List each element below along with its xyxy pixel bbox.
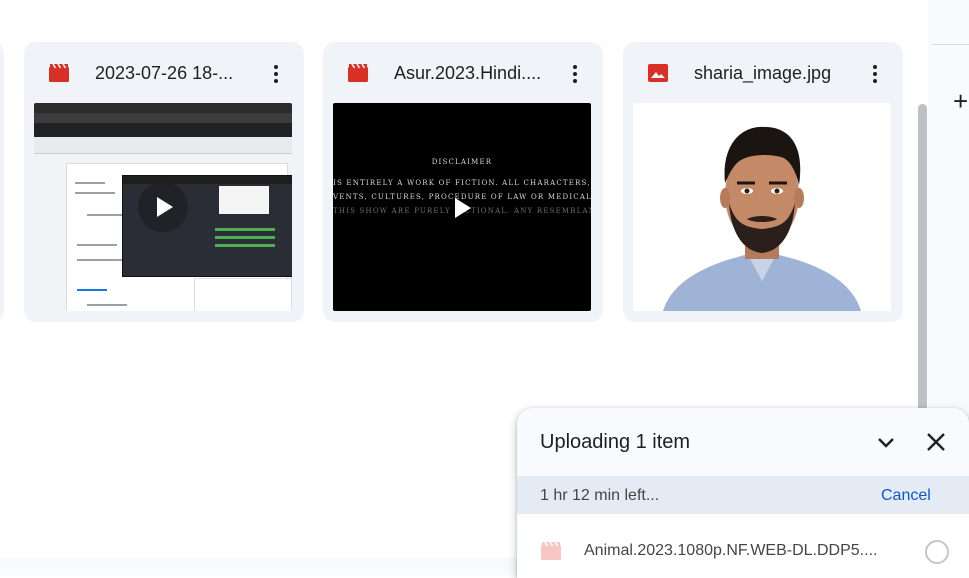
chevron-down-icon[interactable] — [877, 434, 895, 452]
upload-status-bar: 1 hr 12 min left... Cancel — [517, 476, 969, 514]
close-icon[interactable] — [926, 432, 946, 452]
disclaimer-video-thumbnail[interactable]: DISCLAIMER IS ENTIRELY A WORK OF FICTION… — [333, 103, 591, 311]
upload-panel: Uploading 1 item 1 hr 12 min left... Can… — [517, 408, 969, 578]
file-name: sharia_image.jpg — [694, 63, 832, 83]
file-card-header: Asur.2023.Hindi.... — [323, 42, 603, 104]
scrollbar-thumb[interactable] — [918, 104, 927, 424]
file-card-header: 2023-07-26 18-... — [24, 42, 304, 104]
file-card-1[interactable]: 2023-07-26 18-... — [24, 42, 304, 322]
play-icon[interactable] — [454, 198, 472, 218]
upload-progress-indicator — [925, 540, 949, 564]
file-card-header: sharia_image.jpg — [623, 42, 903, 104]
thumb-text: DISCLAIMER — [431, 158, 493, 166]
video-file-icon — [541, 542, 561, 560]
portrait-image — [633, 103, 891, 311]
more-options-button[interactable] — [863, 62, 887, 86]
file-card-2[interactable]: Asur.2023.Hindi.... DISCLAIMER IS ENTIRE… — [323, 42, 603, 322]
partial-file-card[interactable] — [0, 42, 4, 322]
more-options-button[interactable] — [563, 62, 587, 86]
file-name: Asur.2023.Hindi.... — [394, 63, 542, 83]
video-file-icon — [348, 64, 368, 82]
file-name: 2023-07-26 18-... — [95, 63, 234, 83]
play-icon[interactable] — [138, 182, 188, 232]
upload-panel-header: Uploading 1 item — [517, 408, 969, 476]
portrait-photo-thumbnail[interactable] — [633, 103, 891, 311]
upload-title: Uploading 1 item — [540, 431, 691, 453]
file-card-3[interactable]: sharia_image.jpg — [623, 42, 903, 322]
upload-item[interactable]: Animal.2023.1080p.NF.WEB-DL.DDP5.... — [517, 514, 969, 578]
thumb-text: IS ENTIRELY A WORK OF FICTION. ALL CHARA… — [333, 179, 591, 187]
image-file-icon — [648, 64, 668, 82]
upload-file-name: Animal.2023.1080p.NF.WEB-DL.DDP5.... — [584, 542, 878, 559]
more-options-button[interactable] — [264, 62, 288, 86]
side-panel-divider — [932, 44, 969, 45]
time-remaining: 1 hr 12 min left... — [540, 487, 660, 504]
video-file-icon — [49, 64, 69, 82]
screen-recording-thumbnail[interactable] — [34, 103, 292, 311]
cancel-button[interactable]: Cancel — [881, 486, 931, 506]
plus-icon[interactable]: + — [953, 88, 968, 114]
